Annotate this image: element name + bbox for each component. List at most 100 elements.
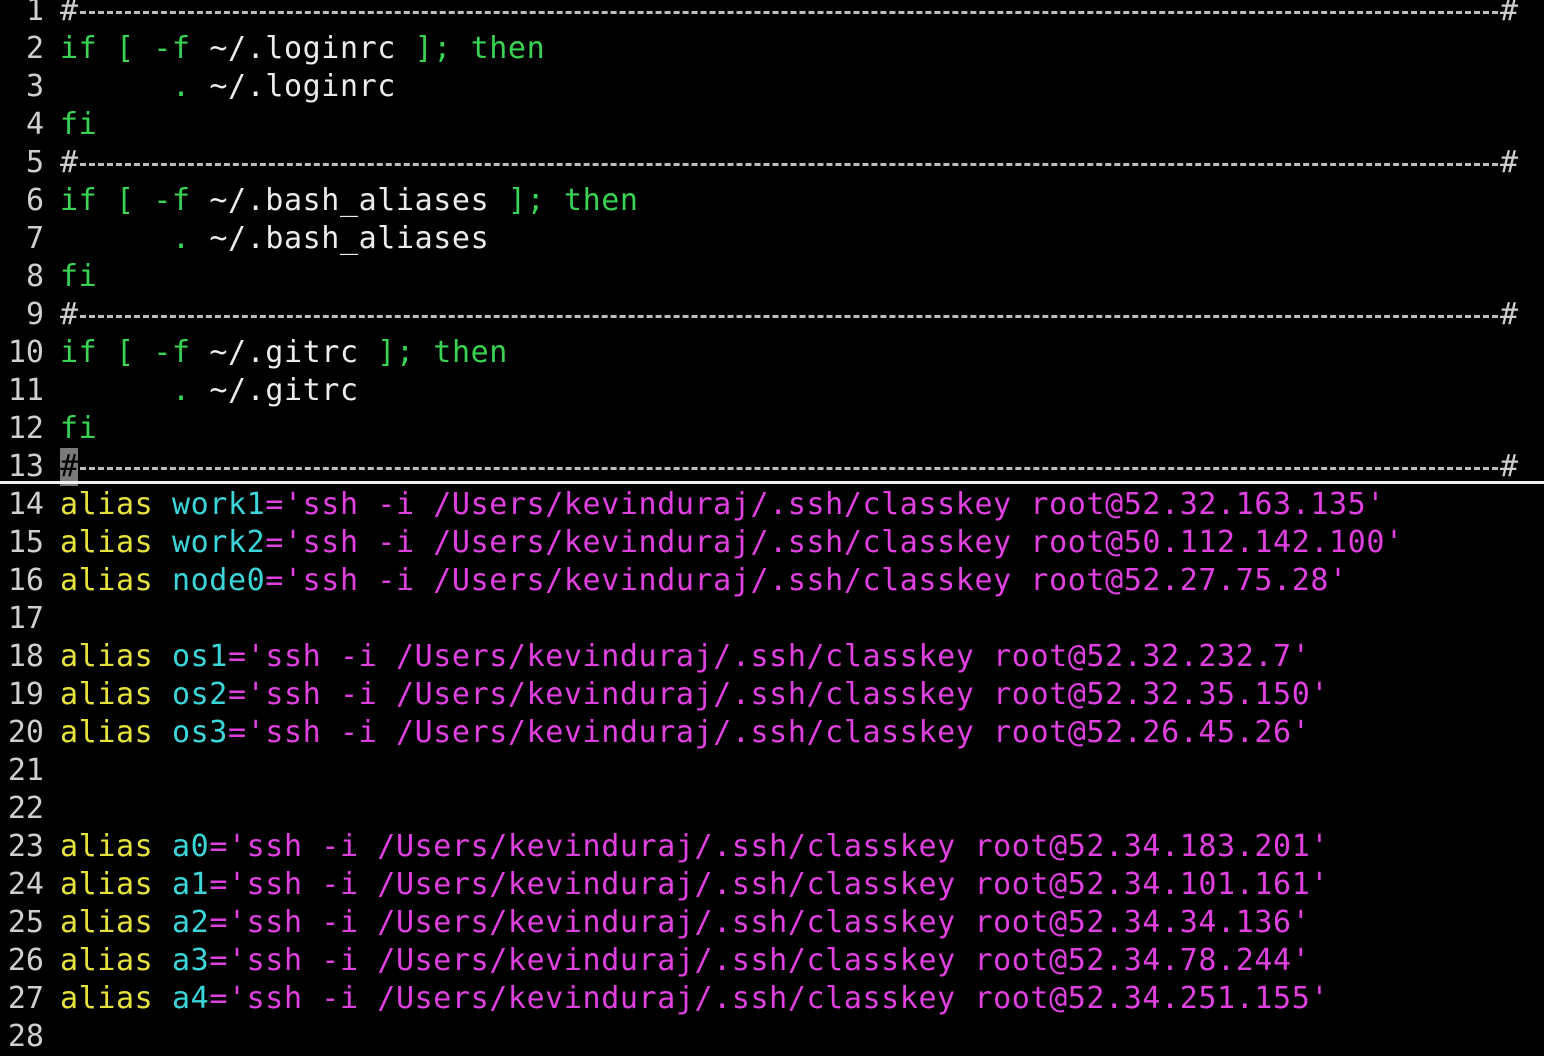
line-number: 16 bbox=[7, 563, 44, 598]
separator-dashes bbox=[80, 163, 1498, 166]
editor-line[interactable]: 4 fi bbox=[0, 106, 1544, 144]
alias-keyword: alias bbox=[60, 677, 154, 712]
line-number: 6 bbox=[25, 183, 44, 218]
line-number: 23 bbox=[7, 829, 44, 864]
line-number: 15 bbox=[7, 525, 44, 560]
separator-hash-left: # bbox=[60, 297, 79, 332]
alias-keyword: alias bbox=[60, 525, 154, 560]
alias-keyword: alias bbox=[60, 487, 154, 522]
line-code: fi bbox=[60, 258, 97, 296]
separator-dashes bbox=[80, 315, 1498, 318]
line-number: 21 bbox=[7, 753, 44, 788]
fi-keyword: fi bbox=[60, 259, 98, 294]
editor-line[interactable]: 5 # # bbox=[0, 144, 1544, 182]
text-editor[interactable]: 1 # #2 if [ -f ~/.loginrc ]; then 3 . ~/.log… bbox=[0, 0, 1544, 1056]
alias-equals: = bbox=[265, 487, 284, 522]
if-keyword: if bbox=[60, 183, 98, 218]
alias-name: os1 bbox=[171, 639, 228, 674]
alias-command-string: 'ssh -i /Users/kevinduraj/.ssh/classkey … bbox=[227, 981, 1330, 1016]
alias-command-string: 'ssh -i /Users/kevinduraj/.ssh/classkey … bbox=[227, 905, 1311, 940]
editor-line[interactable]: 9 # # bbox=[0, 296, 1544, 334]
line-code: alias a1='ssh -i /Users/kevinduraj/.ssh/… bbox=[60, 866, 1329, 904]
alias-keyword: alias bbox=[60, 943, 154, 978]
alias-command-string: 'ssh -i /Users/kevinduraj/.ssh/classkey … bbox=[246, 639, 1311, 674]
test-bracket-close: ]; bbox=[507, 183, 546, 218]
editor-line[interactable]: 14 alias work1='ssh -i /Users/kevinduraj/… bbox=[0, 486, 1544, 524]
editor-line[interactable]: 3 . ~/.loginrc bbox=[0, 68, 1544, 106]
line-number: 19 bbox=[7, 677, 44, 712]
editor-line[interactable]: 15 alias work2='ssh -i /Users/kevinduraj/… bbox=[0, 524, 1544, 562]
line-code: alias os2='ssh -i /Users/kevinduraj/.ssh… bbox=[60, 676, 1329, 714]
editor-line[interactable]: 6 if [ -f ~/.bash_aliases ]; then bbox=[0, 182, 1544, 220]
editor-line[interactable]: 21 bbox=[0, 752, 1544, 790]
editor-line[interactable]: 12 fi bbox=[0, 410, 1544, 448]
editor-line[interactable]: 18 alias os1='ssh -i /Users/kevinduraj/.s… bbox=[0, 638, 1544, 676]
alias-command-string: 'ssh -i /Users/kevinduraj/.ssh/classkey … bbox=[283, 487, 1385, 522]
file-path: ~/.loginrc bbox=[190, 31, 415, 66]
alias-keyword: alias bbox=[60, 981, 154, 1016]
separator-hash-right: # bbox=[1499, 145, 1518, 180]
alias-keyword: alias bbox=[60, 715, 154, 750]
editor-line[interactable]: 10 if [ -f ~/.gitrc ]; then bbox=[0, 334, 1544, 372]
file-path: ~/.gitrc bbox=[190, 335, 378, 370]
alias-keyword: alias bbox=[60, 829, 154, 864]
editor-line[interactable]: 8 fi bbox=[0, 258, 1544, 296]
line-code: alias os3='ssh -i /Users/kevinduraj/.ssh… bbox=[60, 714, 1310, 752]
line-number: 28 bbox=[7, 1019, 44, 1054]
editor-line[interactable]: 24 alias a1='ssh -i /Users/kevinduraj/.ss… bbox=[0, 866, 1544, 904]
line-number: 1 bbox=[25, 0, 44, 28]
separator-hash-left: # bbox=[60, 145, 79, 180]
editor-line[interactable]: 26 alias a3='ssh -i /Users/kevinduraj/.ss… bbox=[0, 942, 1544, 980]
editor-line[interactable]: 22 bbox=[0, 790, 1544, 828]
alias-equals: = bbox=[209, 943, 228, 978]
test-bracket-close: ]; bbox=[414, 31, 452, 66]
test-bracket-open: [ -f bbox=[116, 31, 191, 66]
line-number: 7 bbox=[25, 221, 44, 256]
editor-line[interactable]: 1 # # bbox=[0, 0, 1544, 30]
fi-keyword: fi bbox=[60, 107, 98, 142]
editor-line[interactable]: 25 alias a2='ssh -i /Users/kevinduraj/.ss… bbox=[0, 904, 1544, 942]
source-dot: . bbox=[171, 221, 191, 256]
line-code: if [ -f ~/.loginrc ]; then bbox=[60, 30, 545, 68]
editor-line[interactable]: 2 if [ -f ~/.loginrc ]; then bbox=[0, 30, 1544, 68]
editor-line[interactable]: 17 bbox=[0, 600, 1544, 638]
separator-dashes bbox=[80, 11, 1498, 14]
alias-equals: = bbox=[265, 563, 284, 598]
comment-separator: # # bbox=[60, 296, 1518, 334]
window-split-divider[interactable] bbox=[0, 481, 1544, 484]
then-keyword: then bbox=[563, 183, 639, 218]
line-code: fi bbox=[60, 410, 97, 448]
editor-line[interactable]: 16 alias node0='ssh -i /Users/kevinduraj/… bbox=[0, 562, 1544, 600]
editor-line[interactable]: 28 bbox=[0, 1018, 1544, 1056]
then-keyword: then bbox=[470, 31, 546, 66]
alias-equals: = bbox=[265, 525, 284, 560]
then-keyword: then bbox=[433, 335, 508, 370]
line-code: . ~/.loginrc bbox=[60, 68, 396, 106]
alias-command-string: 'ssh -i /Users/kevinduraj/.ssh/classkey … bbox=[227, 829, 1330, 864]
test-bracket-open: [ -f bbox=[116, 183, 191, 218]
line-code: alias work1='ssh -i /Users/kevinduraj/.s… bbox=[60, 486, 1385, 524]
if-keyword: if bbox=[60, 335, 98, 370]
line-number: 26 bbox=[7, 943, 44, 978]
line-code: alias a2='ssh -i /Users/kevinduraj/.ssh/… bbox=[60, 904, 1310, 942]
separator-hash-right: # bbox=[1499, 297, 1518, 332]
line-code: alias a0='ssh -i /Users/kevinduraj/.ssh/… bbox=[60, 828, 1329, 866]
alias-keyword: alias bbox=[60, 563, 154, 598]
line-number: 14 bbox=[7, 487, 44, 522]
alias-keyword: alias bbox=[60, 639, 154, 674]
editor-line[interactable]: 23 alias a0='ssh -i /Users/kevinduraj/.ss… bbox=[0, 828, 1544, 866]
file-path: ~/.gitrc bbox=[209, 373, 359, 408]
editor-line[interactable]: 11 . ~/.gitrc bbox=[0, 372, 1544, 410]
editor-line[interactable]: 27 alias a4='ssh -i /Users/kevinduraj/.ss… bbox=[0, 980, 1544, 1018]
file-path: ~/.bash_aliases bbox=[190, 183, 508, 218]
editor-line[interactable]: 7 . ~/.bash_aliases bbox=[0, 220, 1544, 258]
line-number: 2 bbox=[25, 31, 44, 66]
line-number: 12 bbox=[7, 411, 44, 446]
editor-line[interactable]: 20 alias os3='ssh -i /Users/kevinduraj/.s… bbox=[0, 714, 1544, 752]
test-bracket-open: [ -f bbox=[116, 335, 191, 370]
separator-dashes bbox=[80, 467, 1498, 470]
line-number: 11 bbox=[7, 373, 44, 408]
editor-line[interactable]: 19 alias os2='ssh -i /Users/kevinduraj/.s… bbox=[0, 676, 1544, 714]
alias-equals: = bbox=[227, 715, 247, 750]
line-number: 25 bbox=[7, 905, 44, 940]
